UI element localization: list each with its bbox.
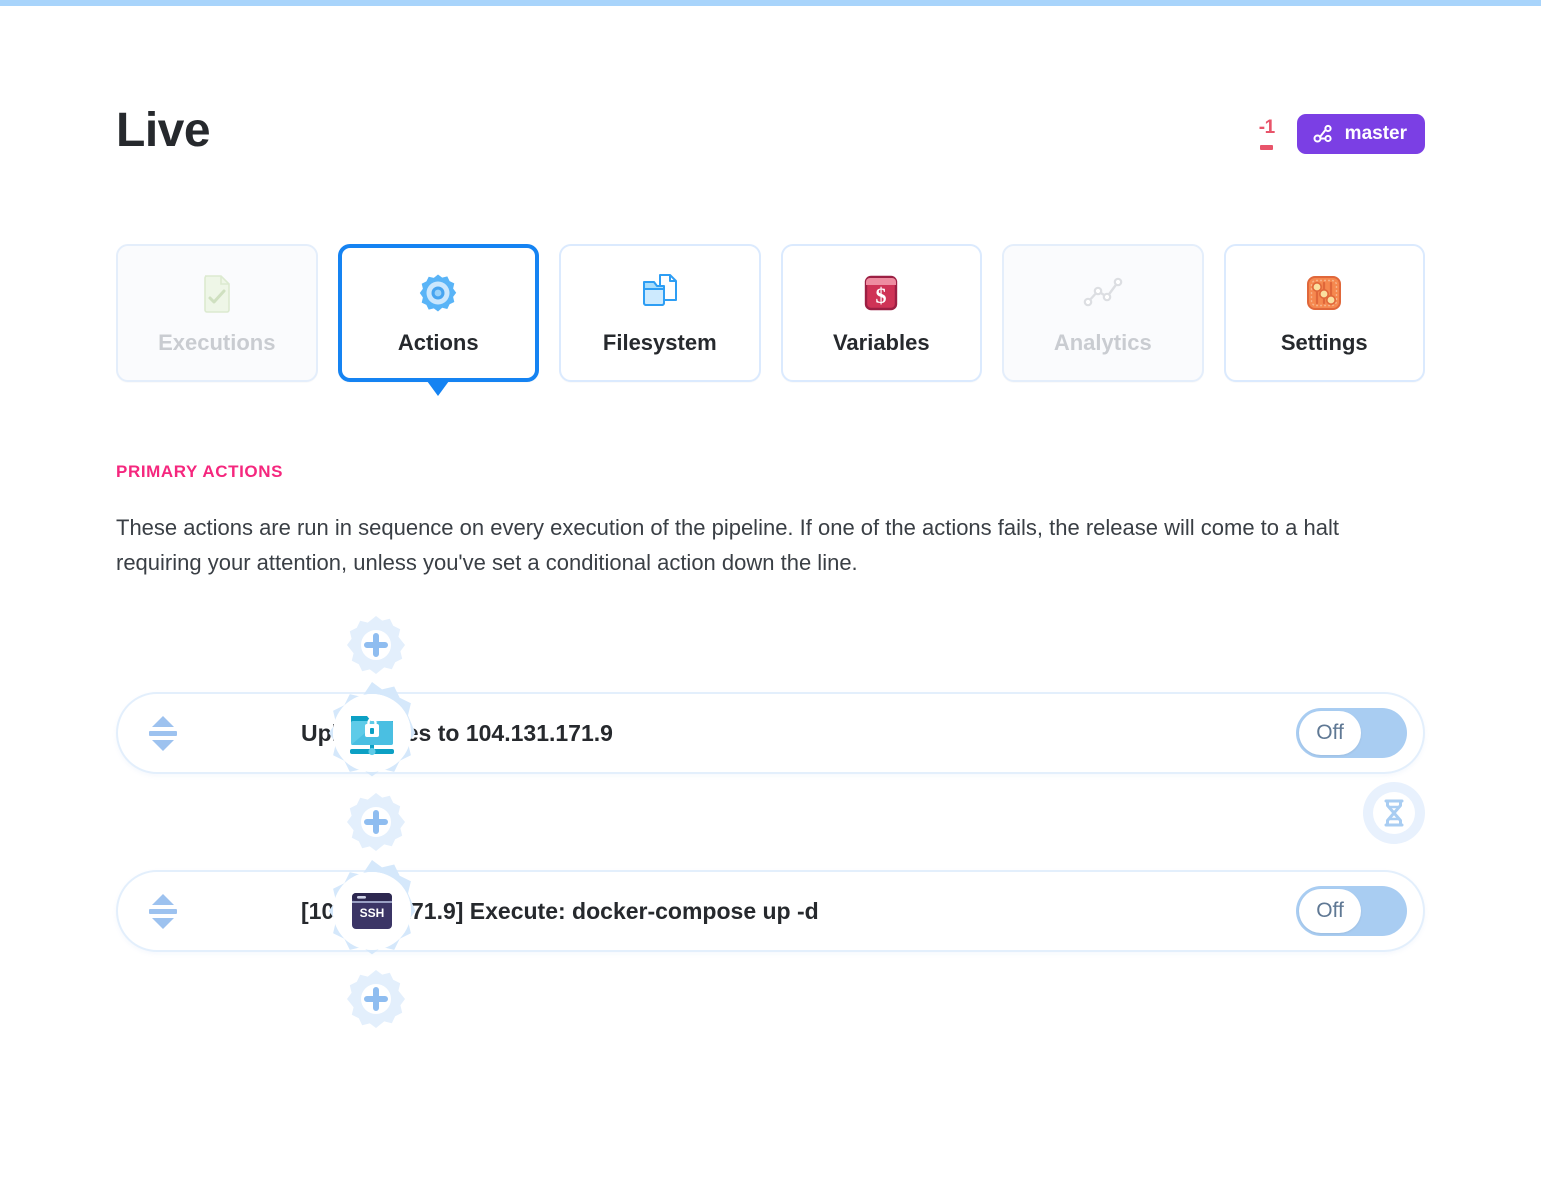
reorder-handle[interactable]	[140, 715, 186, 751]
folder-file-icon	[637, 270, 683, 316]
page-title: Live	[116, 104, 211, 157]
actions-pipeline: Upload files to 104.131.171.9 Off [104.1…	[116, 612, 1425, 1032]
diff-indicator: -1	[1259, 118, 1275, 150]
action-row-1: Upload files to 104.131.171.9 Off	[116, 682, 1425, 777]
line-chart-icon	[1080, 270, 1126, 316]
header-actions: -1 master	[1259, 114, 1425, 154]
chevron-up-icon	[152, 893, 174, 905]
tab-label-executions: Executions	[158, 330, 276, 355]
handle-bar	[149, 908, 177, 914]
action-card[interactable]: Upload files to 104.131.171.9 Off	[116, 692, 1425, 774]
gear-icon	[416, 270, 460, 316]
tab-variables[interactable]: $ Variables	[780, 244, 983, 382]
diff-dash-icon	[1260, 145, 1274, 150]
toggle-knob-label: Off	[1299, 889, 1361, 933]
page-header: Live -1 master	[116, 102, 1425, 176]
svg-text:$: $	[876, 283, 887, 308]
branch-label: master	[1344, 123, 1407, 144]
document-check-icon	[194, 270, 240, 316]
chevron-up-icon	[152, 715, 174, 727]
tab-label-variables: Variables	[832, 330, 930, 355]
handle-bar	[149, 730, 177, 736]
tab-label-filesystem: Filesystem	[602, 330, 717, 355]
chevron-down-icon	[152, 739, 174, 751]
action-icon-badge[interactable]: SSH	[319, 858, 425, 964]
chevron-down-icon	[152, 917, 174, 929]
tab-label-analytics: Analytics	[1053, 330, 1152, 355]
section-description: These actions are run in sequence on eve…	[116, 515, 1339, 575]
ssh-terminal-icon: SSH	[333, 872, 411, 950]
tab-settings[interactable]: Settings	[1223, 244, 1426, 382]
tab-executions[interactable]: Executions	[116, 244, 318, 382]
add-action-gear-icon-middle[interactable]	[343, 789, 409, 855]
tab-bar: Executions Actions Filesystem $ Variable…	[116, 244, 1426, 396]
sftp-folder-lock-icon	[333, 694, 411, 772]
section-title: PRIMARY ACTIONS	[116, 462, 284, 481]
action-icon-badge[interactable]	[319, 680, 425, 786]
diff-count: -1	[1258, 117, 1275, 138]
action-toggle[interactable]: Off	[1296, 708, 1407, 758]
page-root: Live -1 master Executions Actions Filesy…	[0, 6, 1541, 1032]
action-row-2: [104.131.171.9] Execute: docker-compose …	[116, 860, 1425, 955]
branch-icon	[1311, 122, 1335, 146]
svg-text:SSH: SSH	[360, 906, 385, 920]
branch-selector-button[interactable]: master	[1296, 114, 1425, 154]
pipeline-gap-1	[116, 774, 1425, 870]
action-toggle[interactable]: Off	[1296, 886, 1407, 936]
tab-label-settings: Settings	[1280, 330, 1368, 355]
tab-actions[interactable]: Actions	[337, 244, 540, 396]
page-content: Live -1 master Executions Actions Filesy…	[0, 6, 1541, 1032]
tab-filesystem[interactable]: Filesystem	[559, 244, 761, 382]
reorder-handle[interactable]	[140, 893, 186, 929]
add-action-gear-icon-bottom[interactable]	[343, 966, 409, 1032]
tab-analytics[interactable]: Analytics	[1002, 244, 1204, 382]
sliders-icon	[1302, 270, 1346, 316]
tab-label-actions: Actions	[397, 330, 479, 355]
toggle-knob-label: Off	[1299, 711, 1361, 755]
action-card[interactable]: [104.131.171.9] Execute: docker-compose …	[116, 870, 1425, 952]
add-action-gear-icon-top[interactable]	[343, 612, 409, 678]
wait-action-button[interactable]	[1363, 782, 1425, 844]
hourglass-icon	[1373, 792, 1415, 834]
dollar-window-icon: $	[859, 270, 903, 316]
